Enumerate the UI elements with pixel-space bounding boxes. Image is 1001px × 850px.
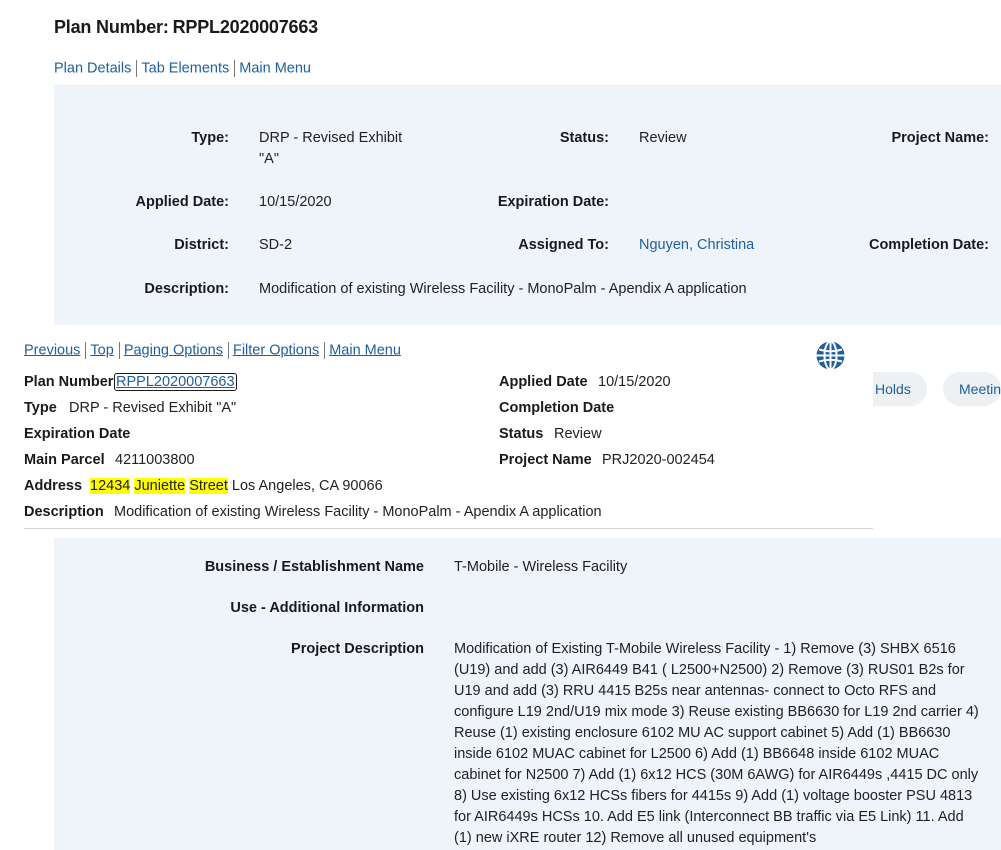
- status-value: Review: [639, 130, 687, 146]
- description-label: Description:: [144, 281, 229, 297]
- district-label: District:: [174, 237, 229, 253]
- popup-nav: Previous Top Paging Options Filter Options M…: [24, 342, 401, 359]
- type-value: DRP - Revised Exhibit "A": [69, 400, 237, 416]
- address-value: 12434 Juniette Street Los Angeles, CA 90…: [90, 478, 383, 494]
- completion-date-label: Completion Date:: [868, 237, 989, 253]
- address-highlight: Street: [189, 478, 228, 494]
- address-highlight: Juniette: [134, 478, 186, 494]
- plan-details-panel: Business / Establishment Name T-Mobile -…: [54, 538, 1001, 850]
- applied-date-label: Applied Date: [499, 374, 588, 390]
- type-label: Type:: [191, 130, 229, 146]
- status-label: Status: [499, 426, 544, 442]
- project-name-label: Project Name: [499, 452, 592, 468]
- tab-elements-link[interactable]: Tab Elements: [141, 60, 229, 76]
- assigned-to-label: Assigned To:: [518, 237, 609, 253]
- top-nav-links: Plan Details Tab Elements Main Menu: [54, 60, 311, 77]
- link-divider: [118, 342, 120, 359]
- top-link[interactable]: Top: [90, 342, 113, 358]
- link-divider: [85, 342, 87, 359]
- applied-date-value: 10/15/2020: [598, 374, 671, 390]
- project-description-value: Modification of Existing T-Mobile Wirele…: [454, 641, 979, 846]
- page-title: Plan Number: RPPL2020007663: [54, 17, 318, 38]
- link-divider: [227, 342, 229, 359]
- main-parcel-label: Main Parcel: [24, 452, 105, 468]
- plan-number-value: RPPL2020007663: [172, 17, 319, 37]
- expiration-date-label: Expiration Date: [24, 426, 131, 442]
- business-name-label: Business / Establishment Name: [204, 559, 424, 575]
- main-parcel-value: 4211003800: [115, 452, 195, 468]
- description-label: Description: [24, 504, 104, 520]
- address-highlight: 12434: [90, 478, 131, 494]
- plan-summary-panel: Type: DRP - Revised Exhibit "A" Status: …: [54, 85, 1001, 325]
- expiration-date-label: Expiration Date:: [497, 194, 609, 210]
- paging-options-link[interactable]: Paging Options: [124, 342, 223, 358]
- plan-popup: Previous Top Paging Options Filter Options M…: [0, 325, 873, 537]
- globe-icon[interactable]: [815, 340, 846, 371]
- project-name-label: Project Name:: [891, 130, 989, 146]
- status-label: Status:: [559, 130, 609, 146]
- main-menu-link[interactable]: Main Menu: [239, 60, 311, 76]
- plan-number-label: Plan Number:: [54, 17, 169, 37]
- plan-number-link-wrap: RPPL2020007663: [114, 373, 237, 391]
- assigned-to-link[interactable]: Nguyen, Christina: [639, 237, 754, 253]
- business-name-value: T-Mobile - Wireless Facility: [454, 559, 628, 575]
- link-divider: [324, 342, 326, 359]
- applied-date-value: 10/15/2020: [259, 194, 332, 210]
- district-value: SD-2: [259, 237, 293, 253]
- plan-number-label: Plan Number: [24, 374, 114, 390]
- plan-number-link[interactable]: RPPL2020007663: [114, 373, 237, 391]
- status-value: Review: [554, 426, 602, 442]
- divider: [24, 528, 873, 529]
- plan-details-link[interactable]: Plan Details: [54, 60, 131, 76]
- description-value: Modification of existing Wireless Facili…: [259, 281, 747, 297]
- link-divider: [136, 60, 138, 77]
- project-description-label: Project Description: [291, 641, 424, 657]
- filter-options-link[interactable]: Filter Options: [233, 342, 319, 358]
- type-value-line2: "A": [259, 151, 279, 167]
- description-value: Modification of existing Wireless Facili…: [114, 504, 602, 520]
- completion-date-label: Completion Date: [499, 400, 615, 416]
- applied-date-label: Applied Date:: [135, 194, 229, 210]
- link-divider: [234, 60, 236, 77]
- address-rest: Los Angeles, CA 90066: [231, 478, 383, 494]
- address-label: Address: [24, 478, 83, 494]
- use-info-label: Use - Additional Information: [230, 600, 424, 616]
- previous-link[interactable]: Previous: [24, 342, 80, 358]
- type-value-line1: DRP - Revised Exhibit: [259, 130, 403, 146]
- type-label: Type: [24, 400, 57, 416]
- project-name-value: PRJ2020-002454: [602, 452, 715, 468]
- tab-meetings[interactable]: Meetin: [943, 372, 1001, 406]
- main-menu-link[interactable]: Main Menu: [329, 342, 401, 358]
